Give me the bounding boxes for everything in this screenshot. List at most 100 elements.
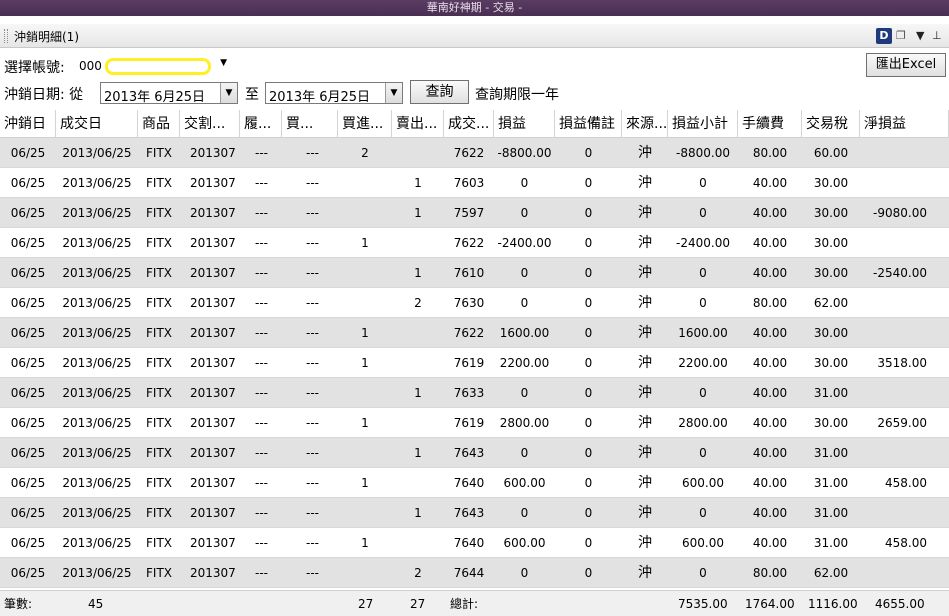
column-header-trade-date[interactable]: 成交日 <box>56 110 138 138</box>
table-row[interactable]: 06/25 2013/06/25 FITX 201307 --- --- 1 7622 -240… <box>0 228 949 258</box>
cell-tax: 30.00 <box>813 206 849 220</box>
table-header: 沖銷日 成交日 商品 交割... 履... 買... 買進... 賣出... 成交... 損益 損益… <box>0 110 949 138</box>
table-row[interactable]: 06/25 2013/06/25 FITX 201307 --- --- 1 7610 0 0 沖 0… <box>0 258 949 288</box>
cell-settle-month: 201307 <box>190 146 236 160</box>
column-header-fulfill[interactable]: 履... <box>240 110 282 138</box>
cell-profit-loss: 0 <box>520 566 529 580</box>
cell-sell-qty: 1 <box>414 176 422 190</box>
cell-settle-month: 201307 <box>190 236 236 250</box>
cell-product: FITX <box>146 206 172 220</box>
cell-pl-note: 0 <box>584 326 593 340</box>
cell-profit-loss: 0 <box>520 206 529 220</box>
cell-fulfill: --- <box>255 536 268 550</box>
cell-net-pl <box>860 288 949 318</box>
cell-trade-date: 2013/06/25 <box>62 236 132 250</box>
account-redaction <box>105 58 211 75</box>
calendar-dropdown-icon[interactable]: ▼ <box>220 83 237 103</box>
cell-pl-note: 0 <box>584 176 593 190</box>
cell-tax: 30.00 <box>813 236 849 250</box>
cell-net-pl <box>860 228 949 258</box>
dropdown-arrow-icon[interactable]: ▼ <box>916 28 928 44</box>
cell-sell-qty: 1 <box>414 386 422 400</box>
table-row[interactable]: 06/25 2013/06/25 FITX 201307 --- --- 1 7597 0 0 沖 0… <box>0 198 949 228</box>
column-header-pl-subtotal[interactable]: 損益小計 <box>668 110 738 138</box>
table-row[interactable]: 06/25 2013/06/25 FITX 201307 --- --- 1 7633 0 0 沖 0… <box>0 378 949 408</box>
table-row[interactable]: 06/25 2013/06/25 FITX 201307 --- --- 1 7619 2200… <box>0 348 949 378</box>
column-header-product[interactable]: 商品 <box>138 110 180 138</box>
table-row[interactable]: 06/25 2013/06/25 FITX 201307 --- --- 1 7619 2800… <box>0 408 949 438</box>
table-row[interactable]: 06/25 2013/06/25 FITX 201307 --- --- 1 7643 0 0 沖 0… <box>0 498 949 528</box>
column-header-buy-qty[interactable]: 買進... <box>338 110 392 138</box>
cell-buy-sell: --- <box>306 386 319 400</box>
cell-profit-loss: 0 <box>520 446 529 460</box>
cell-net-pl <box>860 498 949 528</box>
column-header-source[interactable]: 來源... <box>622 110 668 138</box>
window-icon[interactable]: ❐ <box>896 28 912 44</box>
table-row[interactable]: 06/25 2013/06/25 FITX 201307 --- --- 1 7640 600.… <box>0 468 949 498</box>
cell-sell-qty: 2 <box>414 566 422 580</box>
column-header-settle-month[interactable]: 交割... <box>180 110 240 138</box>
chevron-down-icon[interactable]: ▼ <box>220 58 227 68</box>
cell-settle-month: 201307 <box>190 176 236 190</box>
cell-pl-note: 0 <box>584 356 593 370</box>
cell-pl-subtotal: 0 <box>699 296 707 310</box>
cell-product: FITX <box>146 146 172 160</box>
cell-pl-subtotal: 0 <box>699 266 707 280</box>
pin-icon[interactable]: ⊥ <box>932 28 944 44</box>
cell-source: 沖 <box>638 445 652 461</box>
cell-net-pl: 458.00 <box>885 476 927 490</box>
cell-pl-subtotal: -8800.00 <box>676 146 730 160</box>
cell-source: 沖 <box>638 295 652 311</box>
cell-offset-date: 06/25 <box>10 176 46 190</box>
column-header-pl-note[interactable]: 損益備註 <box>555 110 622 138</box>
cell-net-pl: 2659.00 <box>877 416 927 430</box>
date-to-picker[interactable]: 2013年 6月25日 ▼ <box>265 82 403 105</box>
table-row[interactable]: 06/25 2013/06/25 FITX 201307 --- --- 1 7640 600.… <box>0 528 949 558</box>
cell-source: 沖 <box>638 175 652 191</box>
d-app-icon[interactable]: D <box>876 28 892 44</box>
table-row[interactable]: 06/25 2013/06/25 FITX 201307 --- --- 2 7622 -880… <box>0 138 949 168</box>
column-header-fee[interactable]: 手續費 <box>738 110 802 138</box>
cell-fee: 40.00 <box>752 176 788 190</box>
column-header-profit-loss[interactable]: 損益 <box>494 110 555 138</box>
cell-fee: 80.00 <box>752 146 788 160</box>
cell-trade-price: 7603 <box>453 176 485 190</box>
cell-trade-price: 7633 <box>453 386 485 400</box>
cell-fulfill: --- <box>255 356 268 370</box>
cell-tax: 62.00 <box>813 296 849 310</box>
column-header-tax[interactable]: 交易稅 <box>802 110 860 138</box>
cell-trade-date: 2013/06/25 <box>62 536 132 550</box>
query-limit-note: 查詢期限一年 <box>475 87 559 103</box>
cell-net-pl <box>860 378 949 408</box>
cell-net-pl <box>860 138 949 168</box>
cell-source: 沖 <box>638 475 652 491</box>
query-button[interactable]: 查詢 <box>410 80 469 104</box>
table-row[interactable]: 06/25 2013/06/25 FITX 201307 --- --- 1 7643 0 0 沖 0… <box>0 438 949 468</box>
cell-profit-loss: 2200.00 <box>499 356 550 370</box>
table-row[interactable]: 06/25 2013/06/25 FITX 201307 --- --- 2 7644 0 0 沖 0… <box>0 558 949 588</box>
cell-fulfill: --- <box>255 476 268 490</box>
column-header-offset-date[interactable]: 沖銷日 <box>0 110 56 138</box>
cell-buy-sell: --- <box>306 356 319 370</box>
column-header-trade-price[interactable]: 成交... <box>444 110 494 138</box>
export-excel-button[interactable]: 匯出Excel <box>866 53 946 77</box>
cell-buy-sell: --- <box>306 506 319 520</box>
cell-sell-qty <box>392 348 444 378</box>
cell-buy-qty <box>338 288 392 318</box>
column-header-sell-qty[interactable]: 賣出... <box>392 110 444 138</box>
cell-sell-qty: 1 <box>414 506 422 520</box>
date-range-label: 沖銷日期: 從 <box>4 87 84 103</box>
grip-handle-icon[interactable] <box>4 29 8 43</box>
cell-tax: 30.00 <box>813 416 849 430</box>
cell-fee: 40.00 <box>752 446 788 460</box>
column-header-buy-sell[interactable]: 買... <box>282 110 338 138</box>
date-from-picker[interactable]: 2013年 6月25日 ▼ <box>100 82 238 105</box>
table-row[interactable]: 06/25 2013/06/25 FITX 201307 --- --- 2 7630 0 0 沖 0… <box>0 288 949 318</box>
cell-product: FITX <box>146 536 172 550</box>
cell-buy-sell: --- <box>306 326 319 340</box>
table-row[interactable]: 06/25 2013/06/25 FITX 201307 --- --- 1 7603 0 0 沖 0… <box>0 168 949 198</box>
account-select[interactable]: 000 ▼ <box>76 56 230 76</box>
calendar-dropdown-icon[interactable]: ▼ <box>385 83 402 103</box>
table-row[interactable]: 06/25 2013/06/25 FITX 201307 --- --- 1 7622 1600… <box>0 318 949 348</box>
column-header-net-pl[interactable]: 淨損益 <box>860 110 949 138</box>
